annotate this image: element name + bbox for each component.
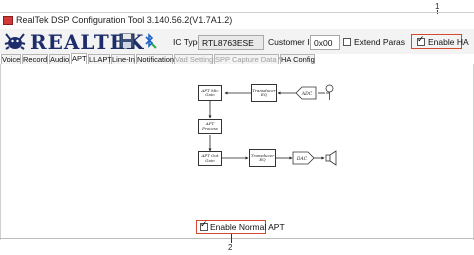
apt-out-gain-block: APT Out Gain xyxy=(198,151,222,166)
svg-text:ADC: ADC xyxy=(301,91,313,97)
transducer-eq-top-block: Transducer EQ xyxy=(251,84,277,102)
signal-flow-arrows xyxy=(208,91,325,160)
apt-mic-gain-block: APT Mic Gain xyxy=(198,85,222,101)
dac-block: DAC xyxy=(292,151,315,165)
enable-normal-apt-checkbox[interactable] xyxy=(200,220,208,231)
microphone-icon xyxy=(325,84,334,100)
adc-block: ADC xyxy=(295,86,317,100)
callout-number-2: 2 xyxy=(228,243,233,252)
bottom-rule xyxy=(0,238,474,239)
speaker-icon xyxy=(325,150,337,166)
apt-process-block: APT Process xyxy=(198,119,222,134)
enable-normal-apt-label: Enable Normal APT xyxy=(210,222,285,232)
svg-text:DAC: DAC xyxy=(296,156,308,162)
callout-line-2 xyxy=(231,234,232,243)
transducer-eq-bottom-block: Transducer EQ xyxy=(249,149,276,167)
